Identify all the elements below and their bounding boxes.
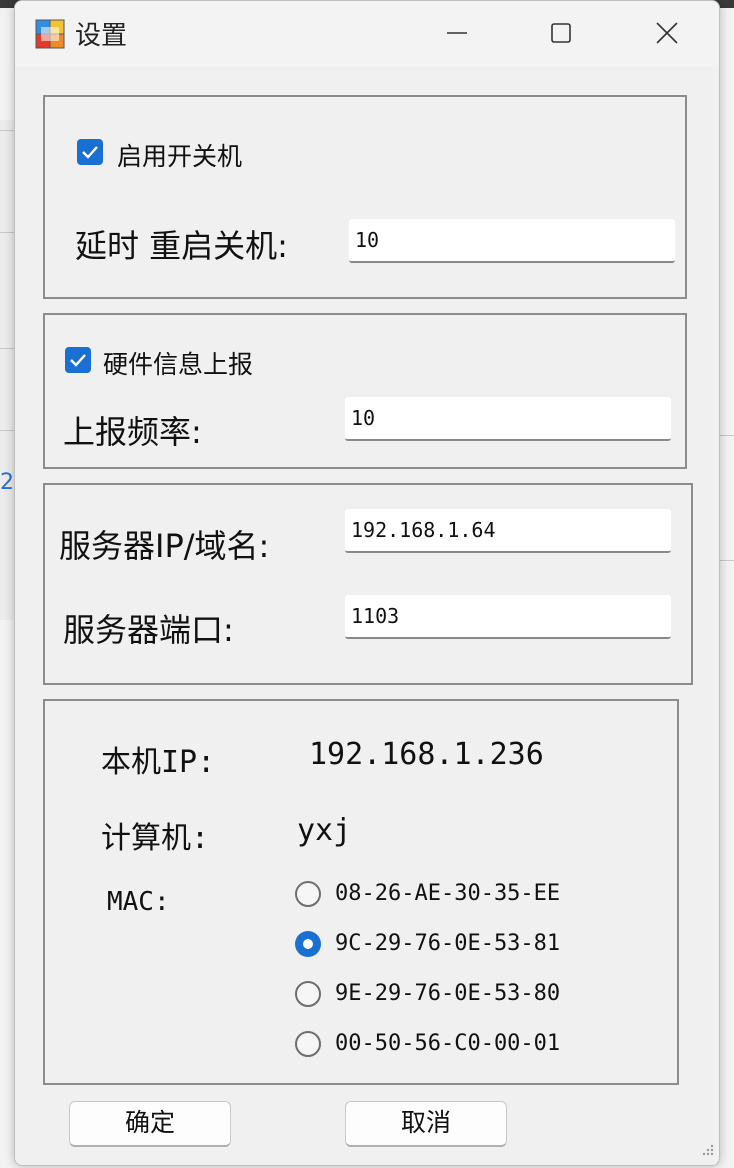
cancel-button[interactable]: 取消	[345, 1101, 507, 1147]
mac-option-label: 9E-29-76-0E-53-80	[335, 981, 561, 1006]
mac-option-label: 08-26-AE-30-35-EE	[335, 881, 561, 906]
server-port-label: 服务器端口:	[63, 611, 234, 649]
background-divider	[0, 130, 14, 131]
server-port-input[interactable]	[345, 595, 671, 639]
background-divider	[0, 348, 14, 349]
minimize-button[interactable]	[433, 13, 481, 53]
background-divider	[0, 232, 14, 233]
background-divider	[720, 435, 734, 436]
background-divider	[720, 560, 734, 561]
maximize-button[interactable]	[537, 13, 585, 53]
background-divider	[0, 430, 14, 431]
mac-radio[interactable]	[295, 931, 321, 957]
report-enable-label: 硬件信息上报	[103, 350, 254, 379]
app-icon	[35, 19, 65, 49]
startup-group: 启用开关机 延时 重启关机:	[43, 95, 687, 299]
window-title: 设置	[75, 21, 128, 51]
background-panel	[0, 120, 14, 620]
server-group: 服务器IP/域名: 服务器端口:	[43, 483, 693, 685]
mac-radio[interactable]	[295, 1031, 321, 1057]
mac-option-label: 9C-29-76-0E-53-81	[335, 931, 561, 956]
report-frequency-input[interactable]	[345, 397, 671, 441]
local-ip-label: 本机IP:	[101, 745, 216, 780]
local-ip-value: 192.168.1.236	[309, 737, 544, 772]
background-text: 2	[0, 470, 14, 495]
maximize-icon	[551, 23, 571, 43]
report-checkbox[interactable]	[65, 347, 91, 373]
delay-label: 延时 重启关机:	[75, 227, 288, 265]
mac-radio[interactable]	[295, 981, 321, 1007]
report-frequency-label: 上报频率:	[63, 413, 202, 451]
server-ip-input[interactable]	[345, 509, 671, 553]
report-group: 硬件信息上报 上报频率:	[43, 313, 687, 469]
startup-enable-label: 启用开关机	[117, 142, 243, 171]
mac-option-label: 00-50-56-C0-00-01	[335, 1031, 561, 1056]
mac-radio[interactable]	[295, 881, 321, 907]
local-info-group: 本机IP: 192.168.1.236 计算机: yxj MAC: 08-26-…	[43, 699, 679, 1085]
ok-button[interactable]: 确定	[69, 1101, 231, 1147]
checkmark-icon	[70, 354, 86, 367]
computer-name-value: yxj	[297, 813, 352, 848]
checkmark-icon	[82, 146, 98, 159]
mac-label: MAC:	[107, 887, 170, 917]
settings-dialog: 设置 启用开关机 延时 重启关机: 10 硬件信息上报 上报频率: 10 服务器…	[14, 0, 720, 1166]
minimize-icon	[447, 32, 467, 34]
delay-input[interactable]	[349, 219, 675, 263]
resize-grip-icon[interactable]	[699, 1143, 715, 1159]
close-icon	[656, 22, 678, 44]
startup-checkbox[interactable]	[77, 139, 103, 165]
close-button[interactable]	[643, 13, 691, 53]
server-ip-label: 服务器IP/域名:	[59, 527, 270, 565]
computer-name-label: 计算机:	[101, 821, 210, 856]
title-bar[interactable]: 设置	[15, 1, 719, 67]
